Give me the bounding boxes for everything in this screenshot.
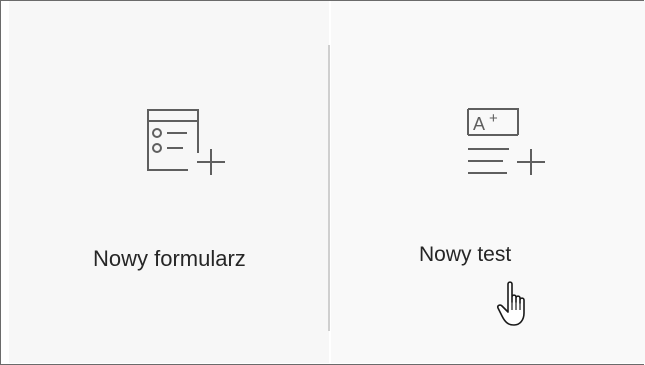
divider <box>328 45 330 331</box>
new-quiz-button[interactable]: A + Nowy test <box>331 1 645 363</box>
new-form-icon <box>139 101 229 191</box>
new-form-button[interactable]: Nowy formularz <box>9 1 329 363</box>
svg-text:A: A <box>473 114 485 134</box>
new-quiz-label: Nowy test <box>419 243 512 266</box>
new-form-label: Nowy formularz <box>93 246 246 271</box>
hand-pointer-cursor-icon <box>496 280 536 335</box>
new-quiz-icon: A + <box>459 107 549 197</box>
svg-text:+: + <box>489 110 498 127</box>
